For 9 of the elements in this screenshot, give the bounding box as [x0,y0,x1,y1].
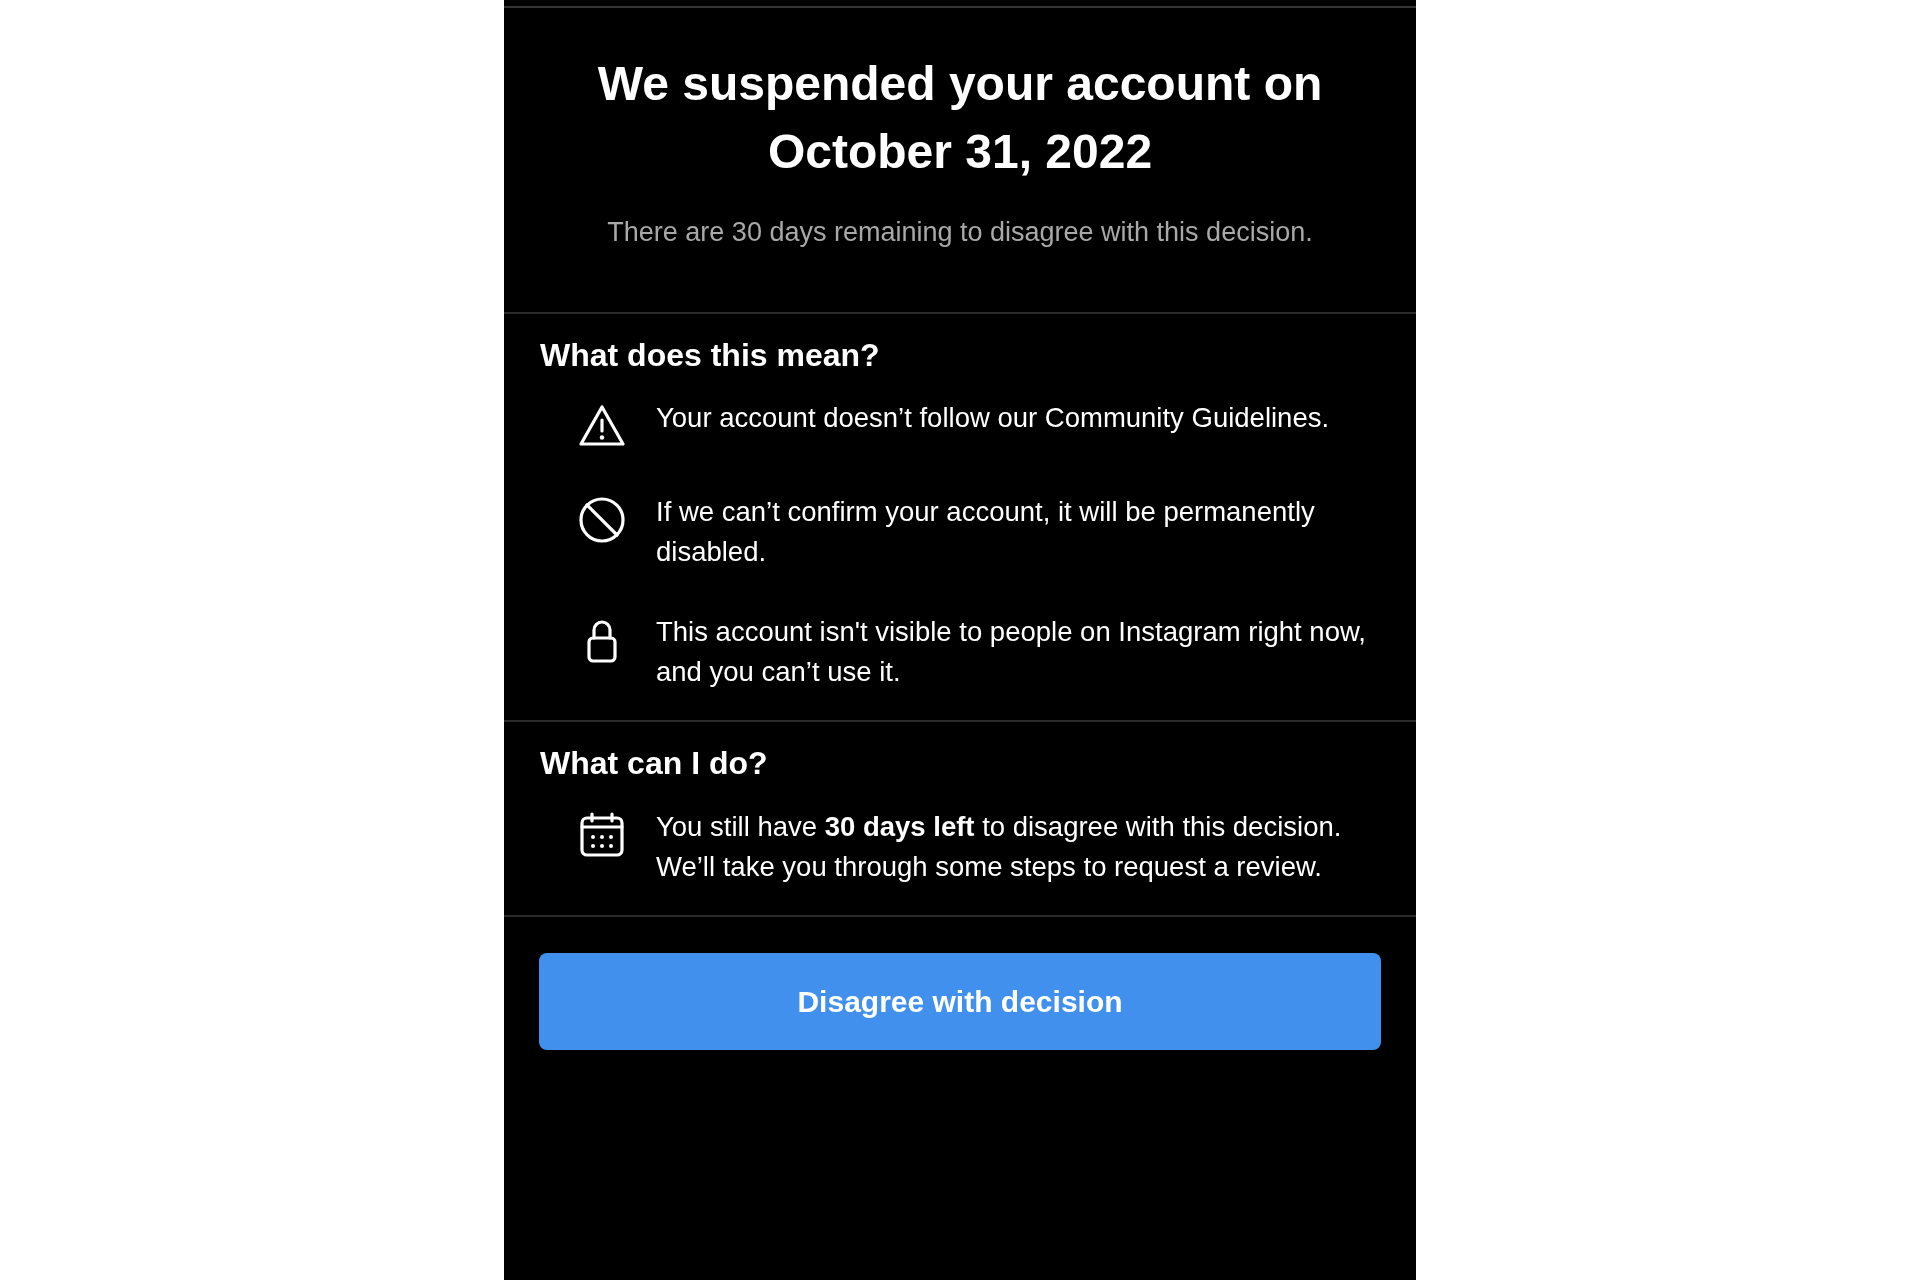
info-text: You still have 30 days left to disagree with this decision. We’ll take you through some steps to request a review. [656,809,1343,884]
page-title: We suspended your account on October 31, 2022 [596,56,1324,180]
info-text: If we can’t confirm your account, it will be permanently disabled. [656,495,1316,570]
disagree-button[interactable]: Disagree with decision [539,952,1381,1050]
section-heading: What does this mean? [540,336,881,375]
subtitle-text: There are 30 days remaining to disagree with this decision. [606,216,1314,249]
info-text: Your account doesn’t follow our Community Guidelines. [656,401,1330,436]
info-text: This account isn't visible to people on Instagram right now, and you can’t use it. [656,615,1367,690]
section-heading: What can I do? [540,744,769,783]
